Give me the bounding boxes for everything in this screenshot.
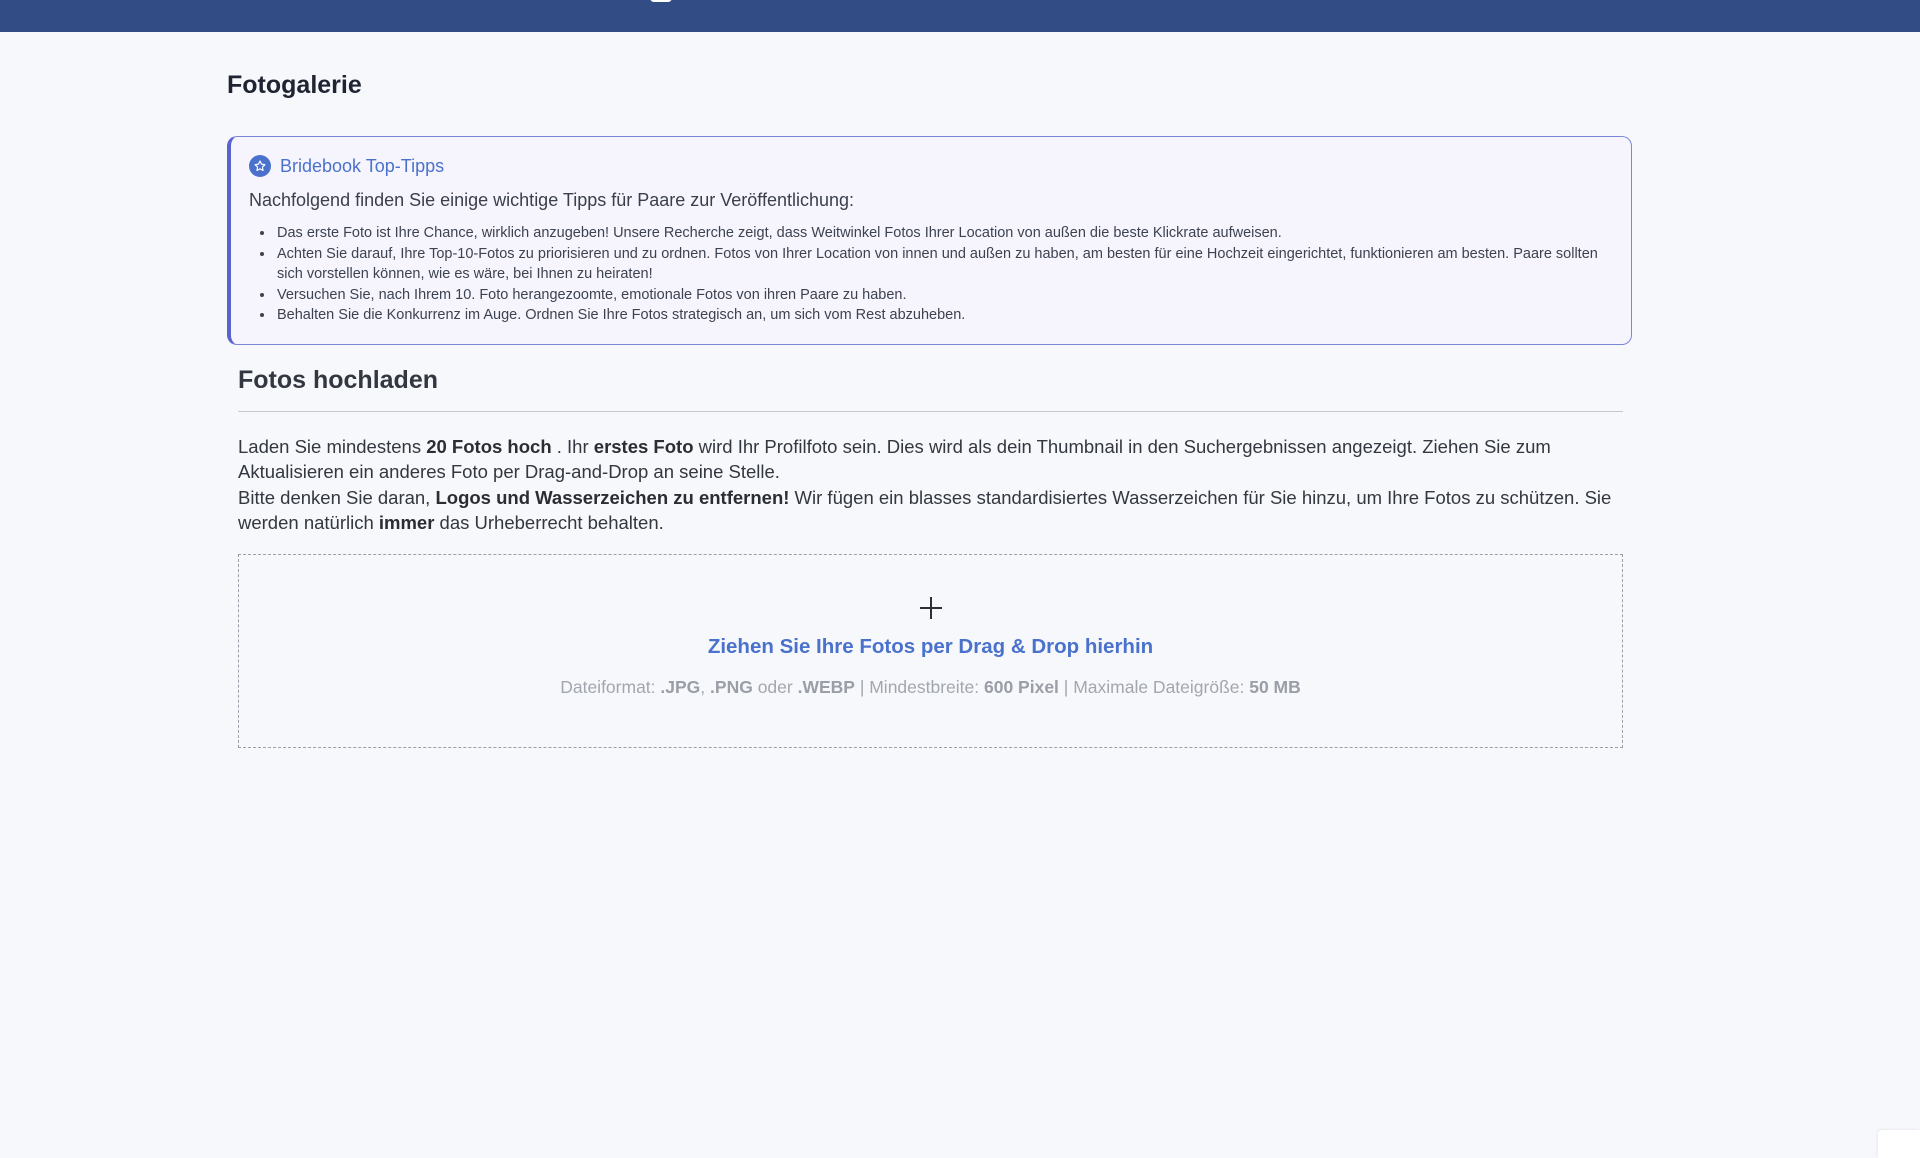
topbar-icon[interactable]	[650, 0, 672, 2]
text-bold: immer	[378, 512, 435, 533]
tips-list-item: Achten Sie darauf, Ihre Top-10-Fotos zu …	[275, 244, 1611, 285]
text-span: Dateiformat:	[560, 676, 661, 697]
tips-intro: Nachfolgend finden Sie einige wichtige T…	[249, 190, 855, 210]
upload-description: Laden Sie mindestens 20 Fotos hoch . Ihr…	[238, 434, 1623, 536]
photo-dropzone[interactable]: Ziehen Sie Ihre Fotos per Drag & Drop hi…	[238, 553, 1623, 748]
corner-widget[interactable]	[1878, 1130, 1920, 1158]
main-content: Fotogalerie Bridebook Top-Tipps Nachfolg…	[227, 32, 1635, 748]
text-bold: 50 MB	[1249, 676, 1301, 697]
text-bold: .WEBP	[797, 676, 855, 697]
upload-description-paragraph-2: Bitte denken Sie daran, Logos und Wasser…	[238, 485, 1623, 536]
text-bold: .PNG	[710, 676, 753, 697]
divider	[238, 410, 1623, 412]
text-bold: .JPG	[660, 676, 701, 697]
dropzone-cta[interactable]: Ziehen Sie Ihre Fotos per Drag & Drop hi…	[239, 635, 1622, 659]
upload-title: Fotos hochladen	[238, 365, 438, 394]
tips-heading: Bridebook Top-Tipps	[249, 155, 1611, 177]
text-span: | Maximale Dateigröße:	[1058, 676, 1250, 697]
tips-list: Das erste Foto ist Ihre Chance, wirklich…	[249, 223, 1611, 326]
star-icon	[249, 155, 271, 177]
plus-icon[interactable]	[919, 596, 942, 619]
text-bold: 600 Pixel	[984, 676, 1059, 697]
text-span: Laden Sie mindestens	[238, 435, 427, 457]
tips-box: Bridebook Top-Tipps Nachfolgend finden S…	[227, 136, 1632, 345]
text-span: . Ihr	[551, 435, 594, 457]
text-span: oder	[752, 676, 798, 697]
tips-list-item: Versuchen Sie, nach Ihrem 10. Foto heran…	[275, 285, 1611, 306]
dropzone-file-requirements: Dateiformat: .JPG, .PNG oder .WEBP | Min…	[239, 677, 1622, 698]
tips-title: Bridebook Top-Tipps	[280, 155, 445, 176]
text-bold: Logos und Wasserzeichen zu entfernen!	[435, 486, 790, 508]
top-navigation-bar	[0, 0, 1920, 32]
text-bold: erstes Foto	[593, 435, 694, 457]
text-span: ,	[700, 676, 711, 697]
text-span: | Mindestbreite:	[854, 676, 984, 697]
text-span: das Urheberrecht behalten.	[434, 512, 664, 533]
upload-section: Fotos hochladen Laden Sie mindestens 20 …	[238, 363, 1623, 748]
tips-list-item: Behalten Sie die Konkurrenz im Auge. Ord…	[275, 305, 1611, 326]
text-bold: 20 Fotos hoch	[426, 435, 552, 457]
tips-list-item: Das erste Foto ist Ihre Chance, wirklich…	[275, 223, 1611, 244]
upload-description-paragraph-1: Laden Sie mindestens 20 Fotos hoch . Ihr…	[238, 434, 1623, 485]
text-span: Bitte denken Sie daran,	[238, 486, 436, 508]
page-title: Fotogalerie	[227, 71, 362, 99]
